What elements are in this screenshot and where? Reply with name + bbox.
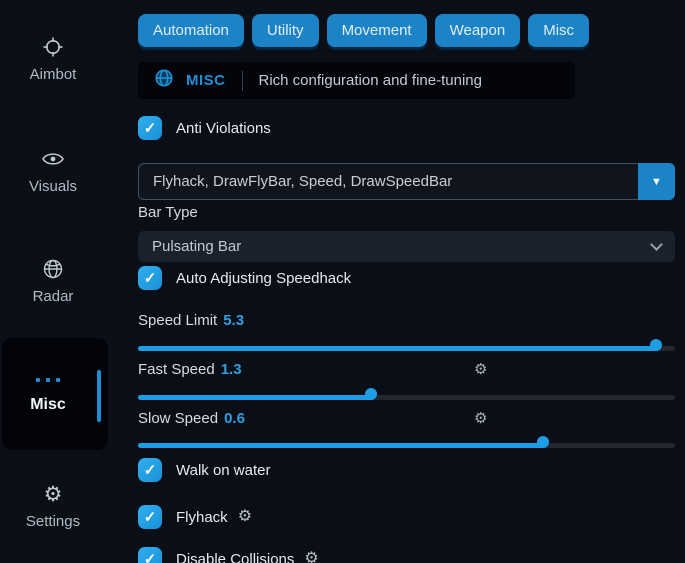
fast-speed-gear-icon[interactable]: ⚙ — [474, 362, 487, 377]
flyhack-gear-icon[interactable]: ⚙ — [238, 509, 252, 525]
slider-value: 5.3 — [223, 312, 244, 329]
slider-fill — [138, 443, 546, 448]
checkbox-checked[interactable]: ✓ — [138, 458, 162, 482]
flyhack-toggle[interactable]: ✓ Flyhack ⚙ — [138, 505, 252, 529]
crosshair-icon — [40, 34, 66, 60]
ellipsis-icon — [2, 378, 94, 382]
checkmark-icon: ✓ — [144, 550, 157, 563]
checkmark-icon: ✓ — [144, 508, 157, 526]
sidebar-item-label: Radar — [33, 288, 74, 305]
toggle-label: Flyhack — [176, 509, 228, 526]
select-value: Pulsating Bar — [152, 238, 652, 255]
misc-panel: Automation Utility Movement Weapon Misc … — [138, 0, 675, 563]
category-subtitle: Rich configuration and fine-tuning — [259, 72, 482, 89]
toggle-label: Disable Collisions — [176, 551, 294, 563]
bar-type-label: Bar Type — [138, 204, 198, 221]
active-indicator — [97, 370, 101, 422]
toggle-label: Auto Adjusting Speedhack — [176, 270, 351, 287]
tab-weapon[interactable]: Weapon — [435, 14, 521, 47]
sidebar-item-visuals[interactable]: Visuals — [0, 146, 106, 195]
bar-features-multiselect[interactable]: Flyhack, DrawFlyBar, Speed, DrawSpeedBar… — [138, 163, 675, 200]
sidebar-item-aimbot[interactable]: Aimbot — [0, 34, 106, 83]
walk-on-water-toggle[interactable]: ✓ Walk on water — [138, 458, 270, 482]
checkmark-icon: ✓ — [144, 461, 157, 479]
sidebar-item-label: Misc — [2, 396, 94, 414]
multiselect-value: Flyhack, DrawFlyBar, Speed, DrawSpeedBar — [139, 173, 638, 190]
divider — [242, 71, 243, 91]
slider-handle[interactable] — [537, 436, 549, 448]
tab-misc[interactable]: Misc — [528, 14, 589, 47]
checkbox-checked[interactable]: ✓ — [138, 547, 162, 563]
slider-handle[interactable] — [650, 339, 662, 351]
dropdown-triangle-icon: ▼ — [651, 176, 662, 188]
sidebar-item-label: Settings — [26, 513, 80, 530]
gear-icon: ⚙ — [40, 481, 66, 507]
eye-icon — [40, 146, 66, 172]
slider-value: 0.6 — [224, 410, 245, 427]
tab-movement[interactable]: Movement — [327, 14, 427, 47]
slider-fill — [138, 395, 374, 400]
category-title: MISC — [186, 72, 226, 89]
globe-icon — [40, 256, 66, 282]
toggle-label: Anti Violations — [176, 120, 271, 137]
toggle-label: Walk on water — [176, 462, 270, 479]
checkbox-checked[interactable]: ✓ — [138, 116, 162, 140]
anti-violations-toggle[interactable]: ✓ Anti Violations — [138, 116, 271, 140]
auto-adjust-toggle[interactable]: ✓ Auto Adjusting Speedhack — [138, 266, 351, 290]
checkmark-icon: ✓ — [144, 119, 157, 137]
disable-collisions-gear-icon[interactable]: ⚙ — [304, 551, 318, 563]
sidebar: Aimbot Visuals Radar — [0, 0, 130, 563]
cheat-menu-window: Aimbot Visuals Radar — [0, 0, 685, 563]
sidebar-item-radar[interactable]: Radar — [0, 256, 106, 305]
tab-automation[interactable]: Automation — [138, 14, 244, 47]
category-header: MISC Rich configuration and fine-tuning — [138, 62, 575, 99]
tab-utility[interactable]: Utility — [252, 14, 319, 47]
slow-speed-slider[interactable] — [138, 436, 675, 454]
bar-type-select[interactable]: Pulsating Bar — [138, 231, 675, 262]
disable-collisions-toggle[interactable]: ✓ Disable Collisions ⚙ — [138, 547, 319, 563]
multiselect-dropdown-button[interactable]: ▼ — [638, 163, 675, 200]
slider-value: 1.3 — [221, 361, 242, 378]
checkbox-checked[interactable]: ✓ — [138, 266, 162, 290]
fast-speed-label: Fast Speed1.3 — [138, 361, 242, 378]
tab-bar: Automation Utility Movement Weapon Misc — [138, 14, 589, 47]
slow-speed-gear-icon[interactable]: ⚙ — [474, 411, 487, 426]
fast-speed-slider[interactable] — [138, 388, 675, 406]
sidebar-item-misc[interactable]: Misc — [2, 338, 108, 450]
chevron-down-icon — [650, 238, 663, 251]
sidebar-item-label: Visuals — [29, 178, 77, 195]
speed-limit-label: Speed Limit5.3 — [138, 312, 244, 329]
slider-fill — [138, 346, 659, 351]
sidebar-item-settings[interactable]: ⚙ Settings — [0, 481, 106, 530]
slow-speed-label: Slow Speed0.6 — [138, 410, 245, 427]
sidebar-item-label: Aimbot — [30, 66, 77, 83]
speed-limit-slider[interactable] — [138, 339, 675, 357]
globe-icon — [154, 68, 174, 93]
checkmark-icon: ✓ — [144, 269, 157, 287]
checkbox-checked[interactable]: ✓ — [138, 505, 162, 529]
